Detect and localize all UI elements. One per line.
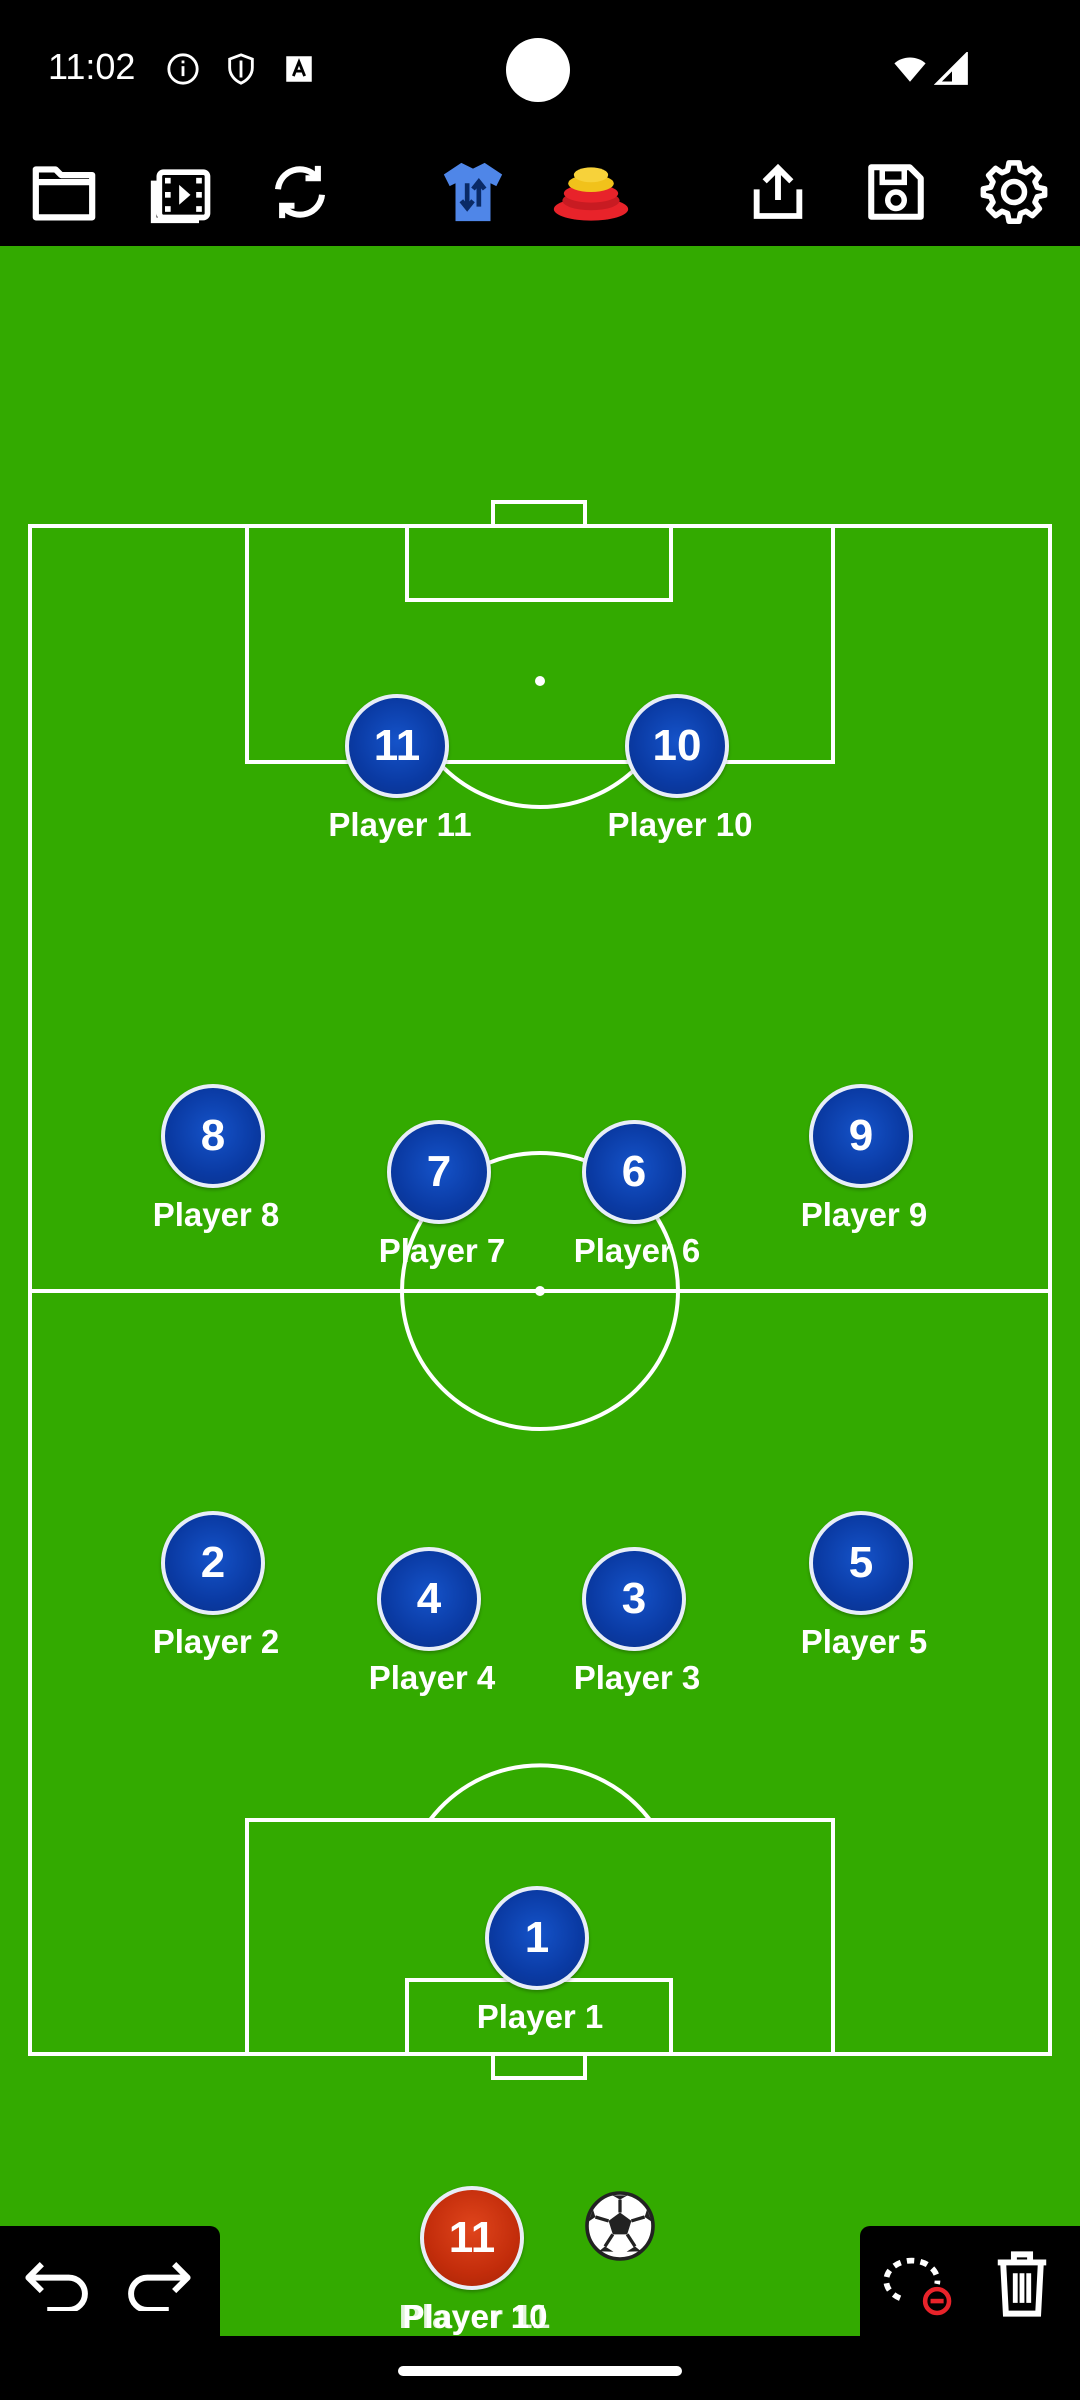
gear-icon	[980, 160, 1048, 224]
cones-icon	[553, 167, 629, 221]
player-name: Player 2	[152, 1623, 280, 1660]
lasso-remove-button[interactable]	[880, 2246, 960, 2322]
player-number: 1	[485, 1886, 589, 1990]
soccer-ball-icon	[585, 2191, 655, 2261]
player-token[interactable]: 4 Player 4	[322, 1547, 542, 1707]
player-name: Player 4	[368, 1659, 496, 1696]
wifi-icon	[894, 57, 926, 82]
share-icon	[753, 163, 803, 219]
settings-button[interactable]	[972, 150, 1056, 234]
reserve-player-token[interactable]: 11 Player 10 Player 11	[365, 2186, 585, 2346]
player-name: Player 8	[152, 1196, 280, 1233]
animation-button[interactable]	[140, 150, 224, 234]
delete-button[interactable]	[982, 2246, 1062, 2322]
shield-icon	[228, 53, 254, 85]
undo-button[interactable]	[18, 2248, 98, 2318]
player-number: 8	[161, 1084, 265, 1188]
ball-token[interactable]	[584, 2190, 656, 2262]
player-token[interactable]: 10 Player 10	[570, 694, 790, 854]
player-name: Player 6	[573, 1232, 701, 1269]
player-number: 10	[625, 694, 729, 798]
camera-cutout	[506, 38, 570, 102]
player-number: 6	[582, 1120, 686, 1224]
shirt-swap-icon	[443, 162, 503, 222]
player-token[interactable]: 8 Player 8	[106, 1084, 326, 1244]
status-bar: 11:02	[0, 0, 1080, 140]
player-token[interactable]: 5 Player 5	[754, 1511, 974, 1671]
info-icon	[167, 53, 199, 85]
player-token[interactable]: 9 Player 9	[754, 1084, 974, 1244]
player-number: 9	[809, 1084, 913, 1188]
player-name: Player 7	[378, 1232, 506, 1269]
lasso-remove-icon	[883, 2257, 952, 2316]
swap-team-button[interactable]	[431, 150, 515, 234]
reserve-player-number: 11	[420, 2186, 524, 2290]
open-folder-button[interactable]	[22, 150, 106, 234]
signal-icon	[934, 52, 968, 85]
share-button[interactable]	[736, 150, 820, 234]
player-token[interactable]: 3 Player 3	[527, 1547, 747, 1707]
redo-button[interactable]	[118, 2248, 198, 2318]
cones-button[interactable]	[549, 150, 633, 234]
status-time: 11:02	[48, 46, 136, 87]
video-playlist-icon	[150, 169, 211, 224]
player-name: Player 9	[800, 1196, 928, 1233]
trash-icon	[997, 2251, 1047, 2317]
player-token[interactable]: 1 Player 1	[430, 1886, 650, 2046]
player-name: Player 5	[800, 1623, 928, 1660]
player-number: 11	[345, 694, 449, 798]
history-panel	[0, 2226, 220, 2336]
player-name: Player 1	[476, 1998, 604, 2035]
keyboard-a-icon	[286, 56, 312, 82]
folder-icon	[32, 166, 96, 221]
save-button[interactable]	[854, 150, 938, 234]
player-token[interactable]: 6 Player 6	[527, 1120, 747, 1280]
player-token[interactable]: 7 Player 7	[332, 1120, 552, 1280]
player-number: 4	[377, 1547, 481, 1651]
tools-panel	[860, 2226, 1080, 2336]
player-name: Player 10	[607, 806, 753, 843]
player-number: 2	[161, 1511, 265, 1615]
rotate-field-button[interactable]	[258, 150, 342, 234]
player-number: 5	[809, 1511, 913, 1615]
player-number: 3	[582, 1547, 686, 1651]
player-number: 7	[387, 1120, 491, 1224]
reserve-player-name-overlap: Player 11	[398, 2298, 552, 2335]
player-token[interactable]: 2 Player 2	[106, 1511, 326, 1671]
player-name: Player 3	[573, 1659, 701, 1696]
redo-icon	[128, 2262, 191, 2311]
bottom-tray: 11 Player 10 Player 11	[0, 2186, 1080, 2400]
rotate-icon	[274, 165, 326, 219]
home-indicator[interactable]	[398, 2366, 682, 2376]
undo-icon	[25, 2262, 88, 2311]
player-token[interactable]: 11 Player 11	[290, 694, 510, 854]
player-name: Player 11	[328, 806, 472, 843]
soccer-field[interactable]: 11 Player 11 10 Player 10 8 Player 8 7 P…	[0, 246, 1080, 2226]
toolbar	[0, 140, 1080, 246]
save-icon	[868, 164, 924, 220]
